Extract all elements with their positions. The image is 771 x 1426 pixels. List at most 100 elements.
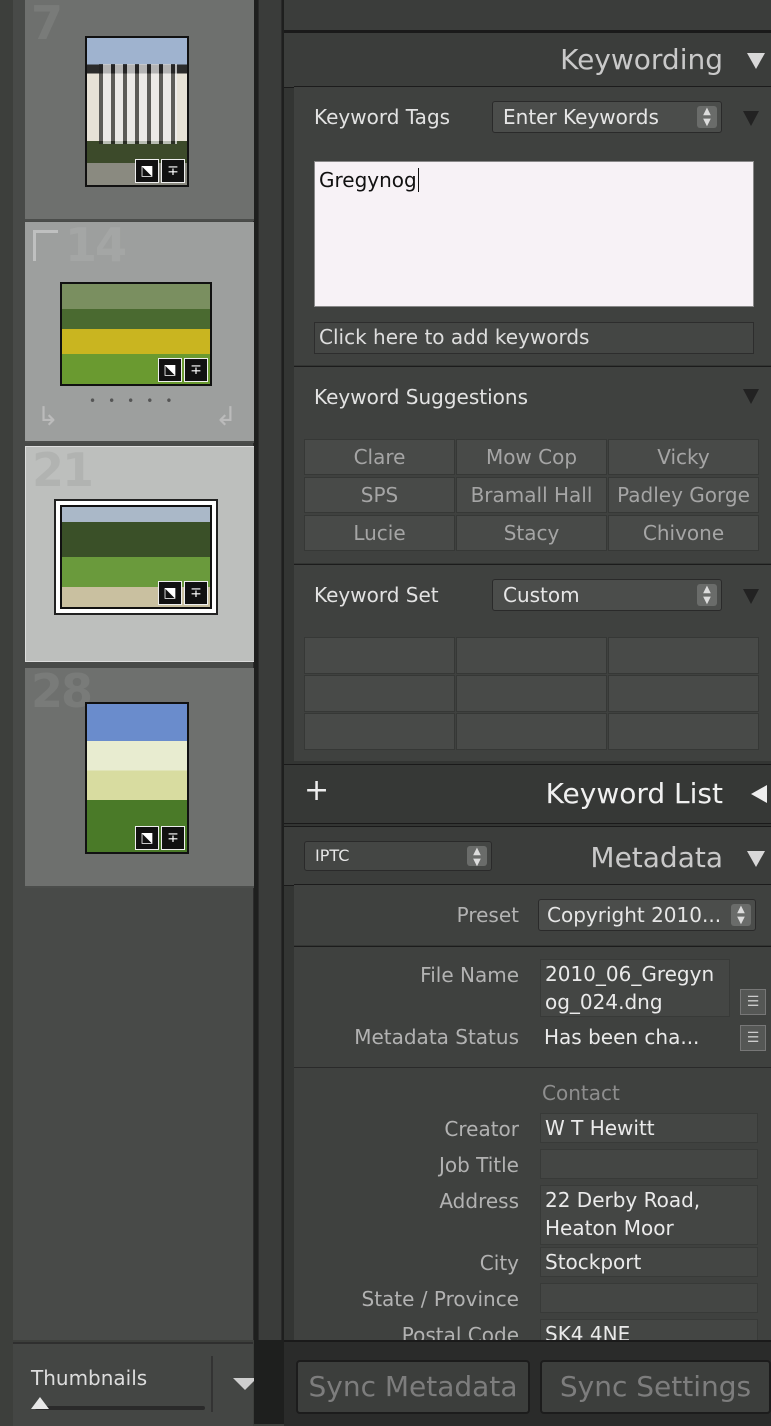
scrollbar-track[interactable] bbox=[258, 0, 282, 1340]
section-triangle-icon[interactable] bbox=[743, 111, 759, 126]
suggestion-button[interactable]: Clare bbox=[304, 439, 455, 475]
select-value: Copyright 2010... bbox=[547, 903, 722, 927]
keyword-set-select[interactable]: Custom ▲ ▼ bbox=[492, 579, 722, 611]
preset-select[interactable]: Copyright 2010... ▲ ▼ bbox=[538, 899, 756, 931]
keyword-tag-icon[interactable]: ⬔ bbox=[135, 826, 159, 850]
keyword-suggestions-section: Keyword Suggestions Clare Mow Cop Vicky … bbox=[294, 366, 771, 563]
address-field[interactable]: 22 Derby Road, Heaton Moor bbox=[540, 1185, 758, 1245]
file-name-line: og_024.dng bbox=[545, 990, 663, 1014]
keyword-list-header[interactable]: + Keyword List bbox=[284, 764, 771, 824]
keyword-set-slot[interactable] bbox=[456, 675, 607, 712]
suggestion-button[interactable]: Vicky bbox=[608, 439, 759, 475]
add-keyword-button[interactable]: + bbox=[304, 773, 329, 808]
city-label: City bbox=[479, 1251, 519, 1275]
city-field[interactable]: Stockport bbox=[540, 1247, 758, 1277]
keyword-set-slot[interactable] bbox=[608, 637, 759, 674]
rating-dots[interactable]: ••••• bbox=[89, 394, 184, 408]
toolbar-divider bbox=[211, 1356, 213, 1412]
keyword-tag-icon[interactable]: ⬔ bbox=[135, 159, 159, 183]
keywords-textarea[interactable]: Gregynog bbox=[314, 161, 754, 307]
list-icon[interactable]: ☰ bbox=[740, 989, 766, 1015]
edit-adjustment-icon[interactable]: ∓ bbox=[184, 358, 208, 382]
metadata-status-label: Metadata Status bbox=[354, 1025, 519, 1049]
grid-cell[interactable]: 14 ⬔ ∓ ••••• ↳ ↲ bbox=[25, 218, 258, 443]
state-field[interactable] bbox=[540, 1283, 758, 1313]
list-icon[interactable]: ☰ bbox=[740, 1025, 766, 1051]
suggestion-button[interactable]: Chivone bbox=[608, 515, 759, 551]
suggestion-button[interactable]: SPS bbox=[304, 477, 455, 513]
select-value: Enter Keywords bbox=[503, 105, 659, 129]
sync-settings-button[interactable]: Sync Settings bbox=[540, 1360, 771, 1414]
keyword-list-title: Keyword List bbox=[545, 777, 723, 810]
flag-icon[interactable] bbox=[33, 230, 58, 261]
rotate-left-icon[interactable]: ↳ bbox=[37, 402, 59, 432]
collapse-triangle-icon[interactable] bbox=[747, 851, 765, 867]
suggestion-button[interactable]: Padley Gorge bbox=[608, 477, 759, 513]
keyword-set-slot[interactable] bbox=[456, 713, 607, 750]
grid-cell[interactable]: 28 ⬔ ∓ bbox=[25, 664, 258, 888]
slider-knob[interactable] bbox=[31, 1397, 49, 1409]
edit-adjustment-icon[interactable]: ∓ bbox=[184, 581, 208, 605]
file-name-label: File Name bbox=[420, 963, 519, 987]
edit-adjustment-icon[interactable]: ∓ bbox=[161, 826, 185, 850]
keyword-set-slot[interactable] bbox=[456, 637, 607, 674]
grid-cell[interactable]: 7 ⬔ ∓ bbox=[25, 0, 258, 221]
photo-thumbnail[interactable]: ⬔ ∓ bbox=[85, 36, 189, 187]
grid-cell-selected[interactable]: 21 ⬔ ∓ bbox=[25, 443, 258, 662]
select-value: IPTC bbox=[315, 846, 350, 865]
suggestion-button[interactable]: Stacy bbox=[456, 515, 607, 551]
suggestion-button[interactable]: Lucie bbox=[304, 515, 455, 551]
suggestions-label: Keyword Suggestions bbox=[314, 385, 528, 409]
job-title-label: Job Title bbox=[438, 1153, 519, 1177]
keyword-set-slot[interactable] bbox=[304, 637, 455, 674]
cell-number: 7 bbox=[31, 0, 63, 50]
grid-view: 7 ⬔ ∓ 14 ⬔ ∓ ••••• ↳ ↲ 21 ⬔ ∓ 28 ⬔ ∓ bbox=[13, 0, 258, 1340]
keyword-set-slot[interactable] bbox=[304, 675, 455, 712]
expand-triangle-icon[interactable] bbox=[751, 785, 767, 803]
creator-field[interactable]: W T Hewitt bbox=[540, 1113, 758, 1143]
creator-label: Creator bbox=[444, 1117, 519, 1141]
state-label: State / Province bbox=[361, 1287, 520, 1311]
previous-panel-edge bbox=[284, 0, 771, 32]
address-line: 22 Derby Road, bbox=[545, 1188, 701, 1212]
keyword-set-label: Keyword Set bbox=[314, 583, 439, 607]
metadata-fields-section: File Name 2010_06_Gregyn og_024.dng ☰ Me… bbox=[294, 946, 771, 1349]
keywording-header[interactable]: Keywording bbox=[284, 32, 771, 88]
thumbnails-label: Thumbnails bbox=[31, 1366, 148, 1390]
keyword-tags-mode-select[interactable]: Enter Keywords ▲ ▼ bbox=[492, 101, 722, 133]
address-label: Address bbox=[439, 1189, 519, 1213]
metadata-header[interactable]: IPTC ▲ ▼ Metadata bbox=[284, 826, 771, 886]
section-triangle-icon[interactable] bbox=[743, 389, 759, 404]
collapse-triangle-icon[interactable] bbox=[747, 53, 765, 69]
metadata-title: Metadata bbox=[590, 841, 723, 874]
suggestion-button[interactable]: Mow Cop bbox=[456, 439, 607, 475]
keyword-tag-icon[interactable]: ⬔ bbox=[158, 581, 182, 605]
file-name-field[interactable]: 2010_06_Gregyn og_024.dng bbox=[540, 959, 730, 1017]
keyword-set-slot[interactable] bbox=[304, 713, 455, 750]
keywords-value: Gregynog bbox=[319, 168, 417, 192]
contact-heading: Contact bbox=[542, 1081, 620, 1105]
cell-number: 14 bbox=[65, 218, 127, 272]
keyword-tags-section: Keyword Tags Enter Keywords ▲ ▼ Gregynog … bbox=[294, 86, 771, 365]
metadata-view-select[interactable]: IPTC ▲ ▼ bbox=[304, 841, 492, 871]
photo-thumbnail[interactable]: ⬔ ∓ bbox=[60, 282, 212, 386]
photo-thumbnail[interactable]: ⬔ ∓ bbox=[60, 505, 212, 609]
stepper-icon: ▲ ▼ bbox=[731, 904, 751, 926]
divider bbox=[294, 1067, 771, 1068]
job-title-field[interactable] bbox=[540, 1149, 758, 1179]
file-name-line: 2010_06_Gregyn bbox=[545, 962, 715, 986]
select-value: Custom bbox=[503, 583, 580, 607]
section-triangle-icon[interactable] bbox=[743, 589, 759, 604]
add-keywords-field[interactable]: Click here to add keywords bbox=[314, 322, 754, 354]
edit-adjustment-icon[interactable]: ∓ bbox=[161, 159, 185, 183]
keyword-set-slot[interactable] bbox=[608, 713, 759, 750]
cell-number: 21 bbox=[32, 443, 94, 497]
rotate-right-icon[interactable]: ↲ bbox=[215, 402, 237, 432]
keyword-set-slot[interactable] bbox=[608, 675, 759, 712]
thumbnail-size-slider[interactable] bbox=[35, 1406, 205, 1410]
photo-thumbnail[interactable]: ⬔ ∓ bbox=[85, 702, 189, 854]
keyword-tag-icon[interactable]: ⬔ bbox=[158, 358, 182, 382]
right-panel: Keywording Keyword Tags Enter Keywords ▲… bbox=[284, 0, 771, 1426]
sync-metadata-button[interactable]: Sync Metadata bbox=[296, 1360, 530, 1414]
suggestion-button[interactable]: Bramall Hall bbox=[456, 477, 607, 513]
